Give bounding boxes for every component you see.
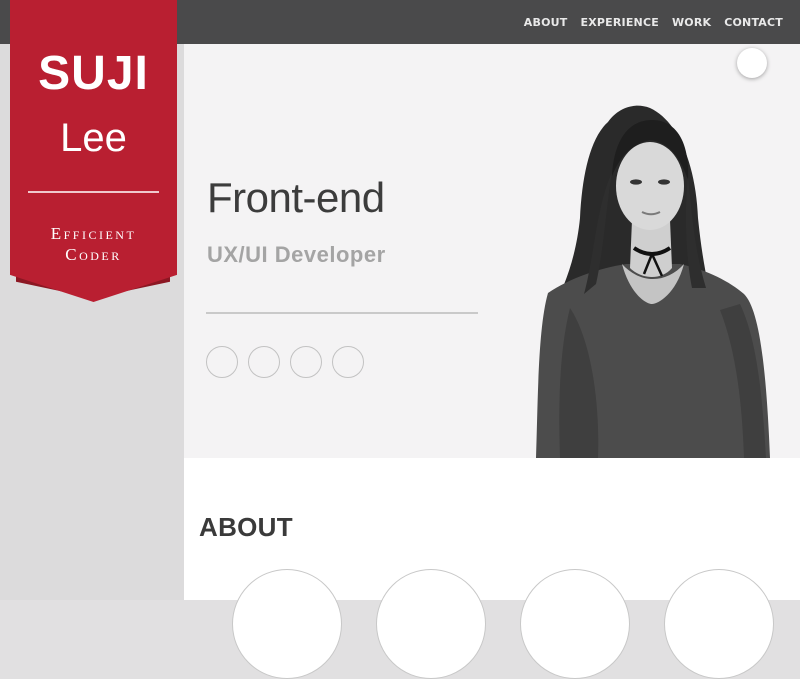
about-circle-3 <box>520 569 630 679</box>
badge-tagline-line2: Coder <box>65 245 122 264</box>
menu-toggle-button[interactable] <box>737 48 767 78</box>
social-links <box>206 346 364 378</box>
badge-first-name: SUJI <box>38 47 149 100</box>
about-circle-2 <box>376 569 486 679</box>
badge-tagline-line1: Efficient <box>50 224 137 243</box>
about-circle-1 <box>232 569 342 679</box>
hero-title: Front-end <box>207 174 385 221</box>
hero-subtitle: UX/UI Developer <box>207 242 386 267</box>
nav-work-link[interactable]: WORK <box>672 16 711 29</box>
nav-experience-link[interactable]: EXPERIENCE <box>580 16 658 29</box>
hero-divider <box>206 312 478 314</box>
main-nav: ABOUT EXPERIENCE WORK CONTACT <box>524 0 783 44</box>
social-icon-3[interactable] <box>290 346 322 378</box>
nav-about-link[interactable]: ABOUT <box>524 16 568 29</box>
social-icon-1[interactable] <box>206 346 238 378</box>
social-icon-4[interactable] <box>332 346 364 378</box>
social-icon-2[interactable] <box>248 346 280 378</box>
profile-portrait <box>536 105 770 458</box>
name-badge: SUJI Lee Efficient Coder <box>10 0 177 302</box>
about-circle-4 <box>664 569 774 679</box>
badge-last-name: Lee <box>60 116 127 160</box>
nav-contact-link[interactable]: CONTACT <box>724 16 783 29</box>
badge-divider <box>28 191 159 193</box>
about-heading: ABOUT <box>199 512 293 542</box>
